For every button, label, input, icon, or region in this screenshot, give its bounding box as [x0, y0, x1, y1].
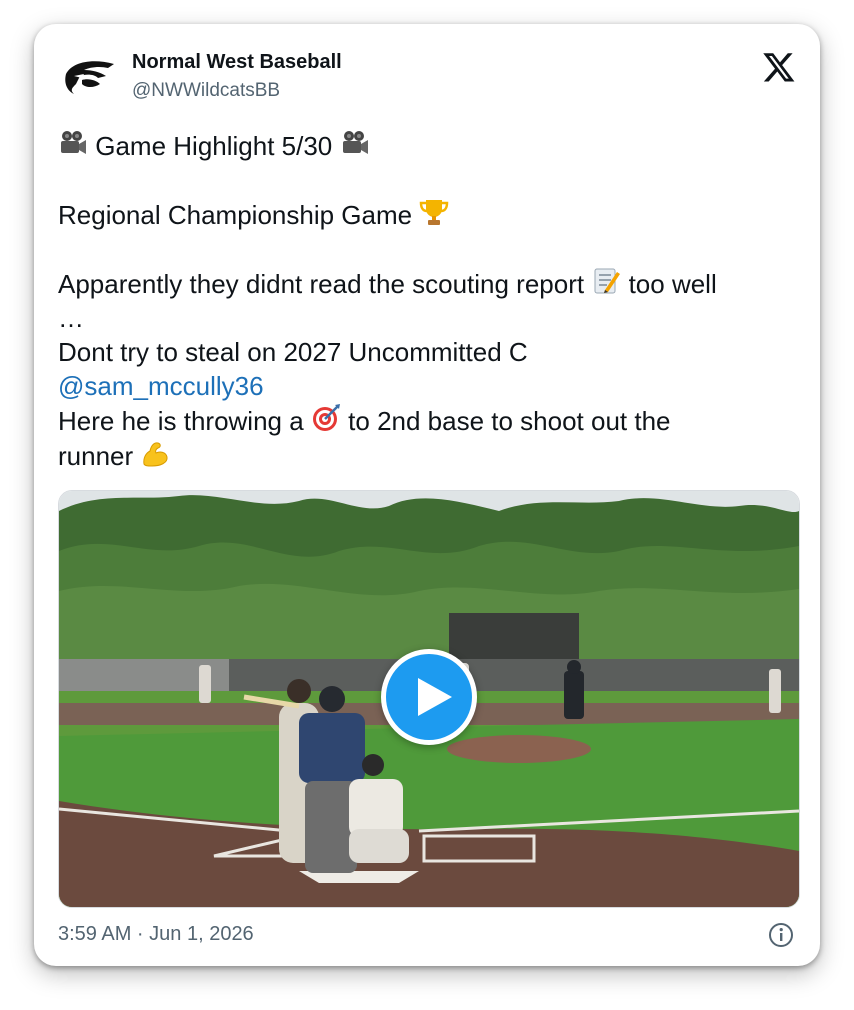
x-logo-icon[interactable] — [762, 50, 796, 84]
championship-text: Regional Championship Game — [58, 200, 413, 230]
mention-link[interactable]: @sam_mccully36 — [58, 371, 264, 401]
movie-camera-icon — [61, 131, 86, 154]
direct-hit-icon — [312, 404, 340, 431]
info-icon[interactable] — [768, 922, 794, 948]
author-handle[interactable]: @NWWildcatsBB — [132, 78, 342, 104]
scouting-text-end: too well — [628, 269, 717, 299]
author-block: Normal West Baseball @NWWildcatsBB — [132, 50, 342, 104]
tweet-line-headline: Game Highlight 5/30 — [58, 128, 798, 163]
tweet-line-mention: @sam_mccully36 — [58, 369, 798, 403]
tweet-line-steal: Dont try to steal on 2027 Uncommitted C — [58, 337, 528, 367]
memo-icon — [594, 268, 621, 294]
tweet-line-ellipsis: … — [58, 303, 84, 333]
play-button[interactable] — [381, 649, 477, 745]
runner-text: runner — [58, 441, 134, 471]
tweet-line-championship: Regional Championship Game — [58, 197, 798, 232]
tweet-body: Game Highlight 5/30 Regional Championshi… — [58, 128, 798, 473]
tweet-timestamp[interactable]: 3:59 AM · Jun 1, 2026 — [58, 920, 254, 948]
flexed-biceps-icon — [143, 442, 168, 467]
throw-text: Here he is throwing a — [58, 406, 304, 436]
tweet-line-runner: runner — [58, 438, 798, 473]
video-player[interactable] — [58, 490, 800, 908]
tweet-line-scouting: Apparently they didnt read the scouting … — [58, 266, 798, 301]
tweet-line-throw: Here he is throwing a to 2nd base to sho… — [58, 403, 798, 438]
tweet-card: Normal West Baseball @NWWildcatsBB Game … — [34, 24, 820, 966]
throw-text-end: to 2nd base to shoot out the — [348, 406, 671, 436]
movie-camera-icon — [342, 131, 368, 154]
play-icon — [418, 678, 452, 716]
headline-text: Game Highlight 5/30 — [95, 131, 333, 161]
author-display-name[interactable]: Normal West Baseball — [132, 50, 342, 74]
scouting-text: Apparently they didnt read the scouting … — [58, 269, 585, 299]
wildcat-logo-avatar[interactable] — [62, 54, 120, 98]
trophy-icon — [420, 200, 449, 225]
